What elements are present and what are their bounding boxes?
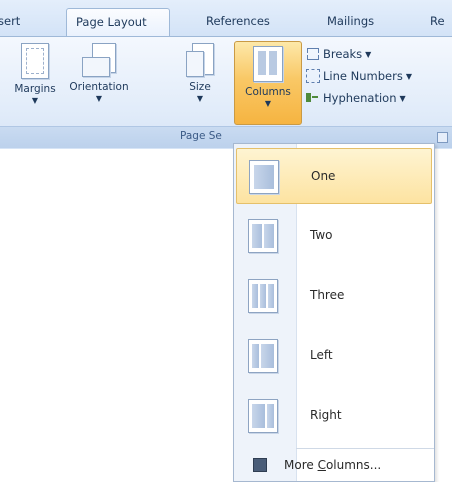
breaks-icon <box>306 47 320 60</box>
breaks-label: Breaks <box>323 47 363 61</box>
column-option-label: One <box>311 169 336 183</box>
column-option-label: Three <box>310 288 345 302</box>
more-columns-menu-item[interactable]: More Columns... <box>236 454 432 478</box>
size-button[interactable]: Size ▼ <box>180 43 220 104</box>
chevron-down-icon: ▼ <box>31 96 39 105</box>
one-column-icon <box>249 160 279 194</box>
more-columns-icon <box>253 458 267 472</box>
column-option-right[interactable]: Right <box>236 388 432 444</box>
column-option-three[interactable]: Three <box>236 268 432 324</box>
tab-review[interactable]: Re <box>430 8 445 36</box>
columns-button[interactable]: Columns ▼ <box>234 41 302 125</box>
tab-references[interactable]: References <box>206 8 270 36</box>
column-option-label: Right <box>310 408 342 422</box>
line-numbers-icon <box>306 69 320 83</box>
three-columns-icon <box>248 279 278 313</box>
columns-icon <box>253 46 283 82</box>
column-option-one[interactable]: One <box>236 148 432 204</box>
ribbon-tab-bar: sert Page Layout References Mailings Re <box>0 0 452 36</box>
margins-button[interactable]: Margins ▼ <box>10 43 60 106</box>
two-columns-icon <box>248 219 278 253</box>
margins-label: Margins <box>14 83 56 95</box>
chevron-down-icon: ▼ <box>264 99 272 108</box>
orientation-icon <box>82 43 116 77</box>
group-label-page-setup: Page Se <box>180 130 222 142</box>
hyphenation-button[interactable]: Hyphenation ▼ <box>306 89 406 108</box>
size-label: Size <box>189 81 211 93</box>
tab-insert[interactable]: sert <box>0 8 20 36</box>
chevron-down-icon: ▼ <box>196 94 204 103</box>
right-column-icon <box>248 399 278 433</box>
ribbon-page-setup-group: Margins ▼ Orientation ▼ Size ▼ Columns ▼ <box>0 36 452 149</box>
line-numbers-label: Line Numbers <box>323 69 403 83</box>
chevron-down-icon: ▼ <box>365 50 372 59</box>
more-columns-label: More Columns... <box>284 458 382 472</box>
column-option-label: Left <box>310 348 333 362</box>
hyphenation-icon <box>306 91 320 104</box>
columns-label: Columns <box>245 86 291 98</box>
orientation-button[interactable]: Orientation ▼ <box>62 43 136 104</box>
menu-separator <box>296 448 434 449</box>
column-option-label: Two <box>310 228 333 242</box>
left-column-icon <box>248 339 278 373</box>
size-icon <box>186 43 214 77</box>
hyphenation-label: Hyphenation <box>323 91 397 105</box>
tab-mailings[interactable]: Mailings <box>327 8 374 36</box>
orientation-label: Orientation <box>69 81 129 93</box>
line-numbers-button[interactable]: Line Numbers ▼ <box>306 67 412 86</box>
dialog-launcher-icon[interactable] <box>437 132 448 143</box>
margins-icon <box>21 43 49 79</box>
chevron-down-icon: ▼ <box>399 94 406 103</box>
tab-page-layout[interactable]: Page Layout <box>66 8 170 36</box>
chevron-down-icon: ▼ <box>95 94 103 103</box>
columns-dropdown-menu: One Two Three Left Right More Columns... <box>233 143 435 482</box>
column-option-two[interactable]: Two <box>236 208 432 264</box>
breaks-button[interactable]: Breaks ▼ <box>306 45 371 64</box>
column-option-left[interactable]: Left <box>236 328 432 384</box>
chevron-down-icon: ▼ <box>405 72 412 81</box>
